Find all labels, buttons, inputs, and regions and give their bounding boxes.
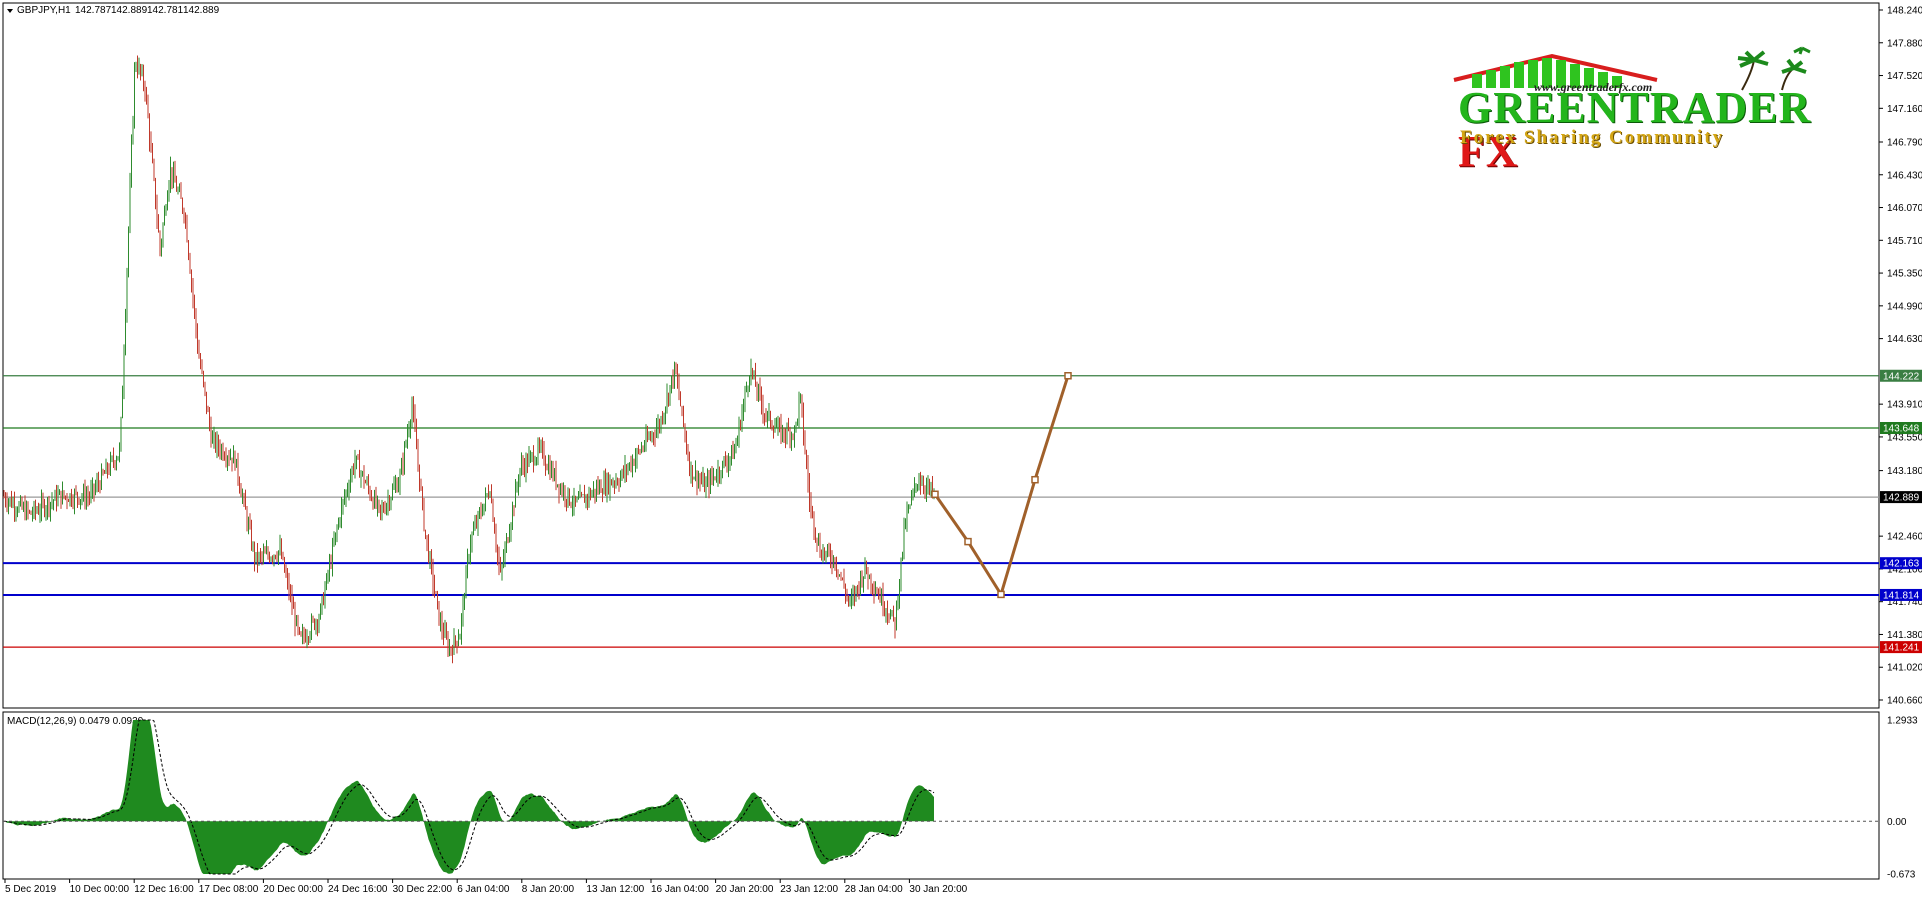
time-tick-label: 13 Jan 12:00: [586, 884, 644, 895]
level-price-tags: 144.222 143.648 142.889 142.163 141.814 141.2…: [1880, 369, 1922, 654]
projection-anchor[interactable]: [964, 537, 972, 546]
ohlc-high: 142.889: [111, 5, 148, 16]
time-tick-label: 20 Dec 00:00: [263, 884, 323, 895]
time-tick-label: 6 Jan 04:00: [457, 884, 510, 895]
macd-tick-label: 0.00: [1887, 817, 1907, 828]
ohlc-open: 142.787: [75, 5, 112, 16]
macd-panel-frame: [2, 711, 1880, 880]
macd-histogram: [3, 719, 935, 875]
level-tag-label: 143.648: [1883, 424, 1920, 435]
level-tag-label: 142.163: [1883, 559, 1920, 570]
ohlc-close: 142.889: [183, 5, 220, 16]
level-tag-label: 144.222: [1883, 371, 1920, 382]
ohlc-low: 142.781: [147, 5, 184, 16]
projection-anchor[interactable]: [931, 490, 939, 499]
dropdown-triangle-icon[interactable]: [7, 9, 13, 13]
level-tag-label: 141.814: [1883, 590, 1920, 601]
time-axis: 5 Dec 2019 10 Dec 00:00 12 Dec 16:00 17 Dec…: [4, 879, 968, 895]
price-tick-label: 146.430: [1887, 170, 1922, 181]
price-tick-label: 145.350: [1887, 269, 1922, 280]
time-tick-label: 20 Jan 20:00: [716, 884, 774, 895]
time-tick-label: 23 Jan 12:00: [780, 884, 838, 895]
price-tick-label: 147.520: [1887, 71, 1922, 82]
macd-histogram-area: [4, 720, 934, 874]
price-tick-label: 146.790: [1887, 137, 1922, 148]
price-tick-label: 141.380: [1887, 630, 1922, 641]
projection-anchor[interactable]: [1031, 475, 1039, 484]
price-tick-label: 147.880: [1887, 38, 1922, 49]
time-tick-label: 30 Jan 20:00: [909, 884, 967, 895]
macd-label: MACD(12,26,9) 0.0479 0.0930: [7, 716, 144, 727]
projection-anchor[interactable]: [1064, 372, 1072, 380]
greentrader-logo: www.greentraderfx.com GREENTRADER FX For…: [1452, 46, 1832, 174]
price-tick-label: 144.630: [1887, 334, 1922, 345]
price-tick-label: 146.070: [1887, 203, 1922, 214]
logo-subtitle: Forex Sharing Community: [1460, 127, 1725, 148]
level-tag-label: 141.241: [1883, 643, 1920, 654]
price-tick-label: 147.160: [1887, 104, 1922, 115]
time-tick-label: 17 Dec 08:00: [199, 884, 259, 895]
macd-tick-label: -0.673: [1887, 870, 1916, 881]
horizontal-levels[interactable]: [3, 375, 1879, 648]
projection-path[interactable]: [933, 375, 1070, 599]
price-tick-label: 143.180: [1887, 466, 1922, 477]
price-tick-label: 143.910: [1887, 400, 1922, 411]
time-tick-label: 28 Jan 04:00: [845, 884, 903, 895]
time-tick-label: 8 Jan 20:00: [522, 884, 575, 895]
candlesticks: [3, 55, 935, 664]
symbol-label: GBPJPY,H1: [17, 5, 71, 16]
macd-axis: 1.2933 0.00 -0.673: [3, 716, 1918, 881]
logo-title-green: GREENTRADER: [1458, 83, 1812, 132]
time-tick-label: 10 Dec 00:00: [70, 884, 130, 895]
time-tick-label: 12 Dec 16:00: [134, 884, 194, 895]
time-tick-label: 16 Jan 04:00: [651, 884, 709, 895]
time-tick-label: 5 Dec 2019: [5, 884, 57, 895]
projection-anchor[interactable]: [997, 590, 1005, 599]
price-tick-label: 141.020: [1887, 663, 1922, 674]
level-tag-label: 142.889: [1883, 493, 1920, 504]
price-tick-label: 140.660: [1887, 696, 1922, 707]
time-tick-label: 24 Dec 16:00: [328, 884, 388, 895]
price-tick-label: 148.240: [1887, 6, 1922, 17]
price-tick-label: 144.990: [1887, 301, 1922, 312]
price-tick-label: 145.710: [1887, 236, 1922, 247]
macd-tick-label: 1.2933: [1887, 716, 1918, 727]
price-tick-label: 142.460: [1887, 532, 1922, 543]
time-tick-label: 30 Dec 22:00: [393, 884, 453, 895]
